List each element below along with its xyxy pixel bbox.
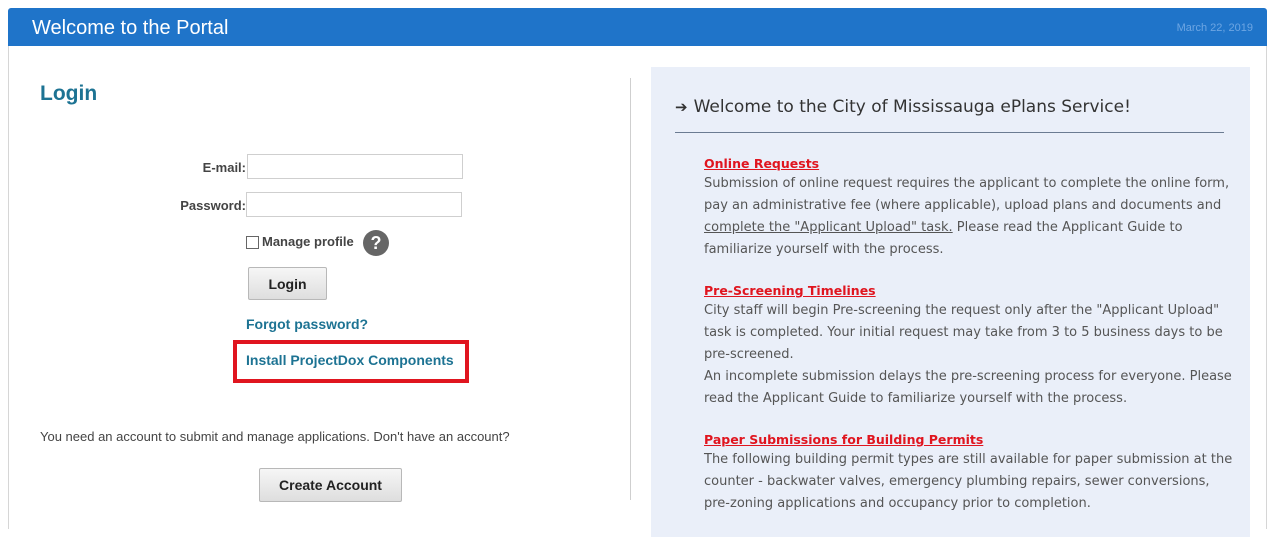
left-border xyxy=(8,46,9,529)
create-account-button[interactable]: Create Account xyxy=(259,468,402,502)
section-title-pre-screening[interactable]: Pre-Screening Timelines xyxy=(704,283,876,298)
section-text-paper-submissions: The following building permit types are … xyxy=(704,452,1233,511)
login-title: Login xyxy=(40,82,98,105)
column-divider xyxy=(630,78,631,500)
pre-screening-paragraph-1: City staff will begin Pre-screening the … xyxy=(704,303,1223,362)
panel-divider xyxy=(675,132,1224,133)
section-title-online-requests[interactable]: Online Requests xyxy=(704,156,819,171)
email-label: E-mail: xyxy=(202,160,246,175)
install-components-link[interactable]: Install ProjectDox Components xyxy=(246,352,454,368)
forgot-password-link[interactable]: Forgot password? xyxy=(246,316,368,332)
manage-profile-label[interactable]: Manage profile xyxy=(262,234,354,249)
help-icon[interactable]: ? xyxy=(363,230,389,256)
header-date: March 22, 2019 xyxy=(1176,22,1253,34)
right-border xyxy=(1266,46,1267,529)
info-panel: ➔ Welcome to the City of Mississauga ePla… xyxy=(651,67,1250,537)
password-input[interactable] xyxy=(246,192,462,217)
section-title-paper-submissions[interactable]: Paper Submissions for Building Permits xyxy=(704,432,983,447)
portal-header: Welcome to the Portal March 22, 2019 xyxy=(8,8,1267,46)
applicant-upload-link[interactable]: complete the "Applicant Upload" task. xyxy=(704,220,953,235)
account-prompt: You need an account to submit and manage… xyxy=(40,429,510,444)
password-label: Password: xyxy=(180,198,246,213)
section-text-pre-screening: City staff will begin Pre-screening the … xyxy=(704,300,1234,410)
panel-heading: ➔ Welcome to the City of Mississauga ePla… xyxy=(675,97,1131,117)
section-text-online-requests: Submission of online request requires th… xyxy=(704,173,1234,261)
login-button[interactable]: Login xyxy=(248,267,327,300)
panel-heading-text: Welcome to the City of Mississauga ePlan… xyxy=(693,97,1131,117)
arrow-right-icon: ➔ xyxy=(675,98,688,116)
email-input[interactable] xyxy=(247,154,463,179)
section-text-part: Submission of online request requires th… xyxy=(704,176,1230,213)
pre-screening-paragraph-2: An incomplete submission delays the pre-… xyxy=(704,369,1232,406)
manage-profile-checkbox[interactable] xyxy=(246,236,259,249)
header-title: Welcome to the Portal xyxy=(32,17,229,39)
